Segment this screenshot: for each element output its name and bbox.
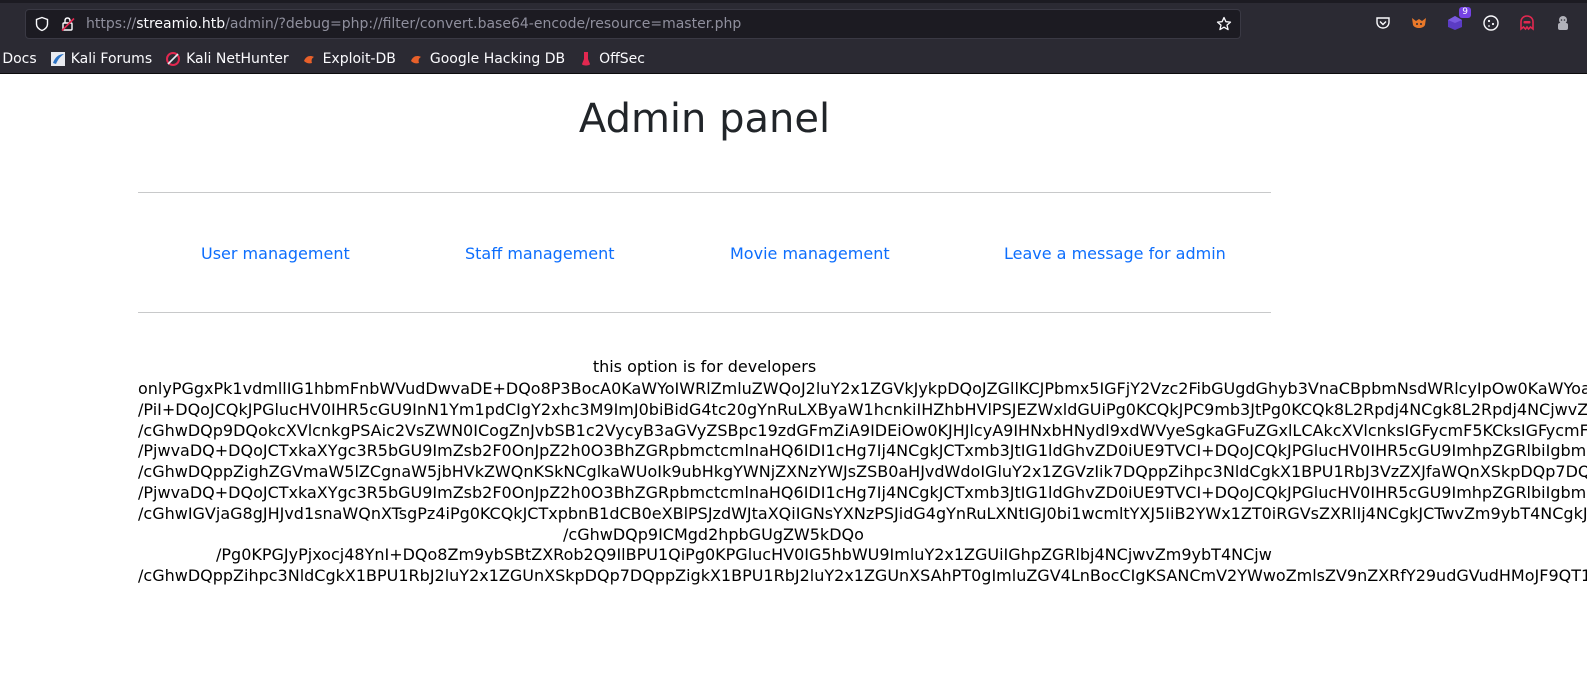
url-text[interactable]: https://streamio.htb/admin/?debug=php://… [86,16,741,32]
nav-user-management[interactable]: User management [201,244,350,263]
bookmarks-toolbar: i Docs Kali Forums Kali NetHunter Exploi… [0,45,1587,74]
page-title: Admin panel [578,96,831,142]
bookmark-label: Kali NetHunter [186,51,289,67]
offsec-icon [578,51,594,67]
encoded-line: /cGhwDQppZighZGVmaW5lZCgnaW5jbHVkZWQnKSk… [138,462,1587,482]
developer-note: this option is for developers [592,357,817,376]
hackbar-extension-icon[interactable]: 9 [1445,7,1471,33]
encoded-line: onlyPGgxPk1vdmllIG1hbmFnbWVudDwvaDE+DQo8… [138,379,1587,398]
bookmark-label: Kali Forums [70,51,153,67]
url-path: /admin/?debug=php://filter/convert.base6… [225,16,742,32]
bookmark-kali-forums[interactable]: Kali Forums [50,51,152,67]
nav-movie-management[interactable]: Movie management [730,244,890,263]
bookmark-label: Exploit-DB [322,51,396,67]
encoded-line: /cGhwDQp9ICMgd2hpbGUgZW5kDQo [563,524,864,544]
encoded-line: /cGhwDQppZihpc3NldCgkX1BPU1RbJ2luY2x1ZGU… [138,566,1587,586]
url-scheme: https:// [86,16,137,32]
encoded-line: /cGhwIGVjaG8gJHJvd1snaWQnXTsgPz4iPg0KCQk… [138,503,1587,523]
url-host: streamio.htb [136,16,226,32]
bookmark-kali-nethunter[interactable]: Kali NetHunter [165,51,289,67]
encoded-line: /Pg0KPGJyPjxocj48YnI+DQo8Zm9ybSBtZXRob2Q… [216,545,1272,565]
bookmark-label: Google Hacking DB [429,51,566,67]
bottom-divider [138,312,1271,313]
nav-leave-message[interactable]: Leave a message for admin [1004,244,1226,263]
bookmark-google-hacking-db[interactable]: Google Hacking DB [409,51,565,67]
bookmark-kali-docs[interactable]: i Docs [0,51,37,67]
encoded-line: /PjwvaDQ+DQoJCTxkaXYgc3R5bGU9ImZsb2F0OnJ… [138,441,1587,461]
nav-staff-management[interactable]: Staff management [465,244,615,263]
encoded-output: onlyPGgxPk1vdmllIG1hbmFnbWVudDwvaDE+DQo8… [138,379,1587,587]
bookmark-offsec[interactable]: OffSec [578,51,645,67]
browser-toolbar: https://streamio.htb/admin/?debug=php://… [0,0,1587,45]
exploitdb-icon [409,51,425,67]
extension-badge: 9 [1459,7,1471,18]
kali-icon [50,51,66,67]
bookmark-star-icon[interactable] [1216,16,1232,32]
nethunter-icon [165,51,181,67]
insecure-lock-icon[interactable] [60,16,76,32]
encoded-line: /PiI+DQoJCQkJPGlucHV0IHR5cGU9InN1Ym1pdCI… [138,399,1587,419]
exploitdb-icon [302,51,318,67]
tracking-protection-shield-icon[interactable] [34,16,50,32]
top-divider [138,192,1271,193]
address-bar[interactable]: https://streamio.htb/admin/?debug=php://… [25,9,1241,39]
cookie-editor-icon[interactable] [1481,13,1501,33]
bookmark-label: OffSec [599,51,645,67]
bookmark-exploit-db[interactable]: Exploit-DB [302,51,396,67]
encoded-line: /cGhwDQp9DQokcXVlcnkgPSAic2VsZWN0ICogZnJ… [138,420,1587,440]
foxyproxy-icon[interactable] [1409,13,1429,33]
toolbar-extensions: 9 [1373,7,1573,33]
mascot-extension-icon[interactable] [1553,13,1573,33]
ghostery-icon[interactable] [1517,13,1537,33]
encoded-line: /PjwvaDQ+DQoJCTxkaXYgc3R5bGU9ImZsb2F0OnJ… [138,482,1587,502]
page-content: Admin panel User management Staff manage… [0,74,1587,689]
bookmark-label: i Docs [0,51,37,67]
pocket-icon[interactable] [1373,13,1393,33]
